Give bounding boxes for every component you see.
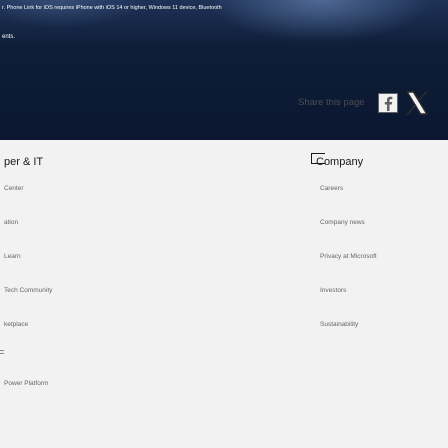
x-icon[interactable] xyxy=(404,90,430,116)
share-label: Share this page xyxy=(298,97,365,108)
column-heading: Company xyxy=(311,153,363,168)
text-cursor-highlight xyxy=(311,153,325,164)
footer-link[interactable]: Company news xyxy=(320,219,365,226)
column-heading: per & IT xyxy=(4,156,44,168)
divider xyxy=(0,353,4,354)
facebook-icon[interactable] xyxy=(378,93,398,113)
footer-link[interactable]: Privacy at Microsoft xyxy=(320,253,377,260)
footer-link[interactable]: Power Platform xyxy=(4,380,48,387)
x-glyph xyxy=(406,91,428,115)
footer-link[interactable]: Tech Community xyxy=(4,287,52,294)
footer-link[interactable]: Investors xyxy=(320,287,346,294)
facebook-glyph xyxy=(384,96,393,111)
footer-link[interactable]: Sustainability xyxy=(320,321,358,328)
footer-link[interactable]: Learn xyxy=(4,253,21,260)
footer-link[interactable]: ation xyxy=(4,219,18,226)
banner-disclaimer: r. Phone Link for iOS requires iPhone wi… xyxy=(2,5,222,11)
divider xyxy=(0,350,4,351)
footer-link[interactable]: Center xyxy=(4,185,24,192)
share-row: Share this page xyxy=(0,90,448,118)
hero-banner: r. Phone Link for iOS requires iPhone wi… xyxy=(0,0,448,140)
banner-link[interactable]: ents. xyxy=(2,34,15,40)
footer-link[interactable]: ketplace xyxy=(4,321,28,328)
banner-background xyxy=(0,0,448,140)
footer-link[interactable]: Careers xyxy=(320,185,343,192)
